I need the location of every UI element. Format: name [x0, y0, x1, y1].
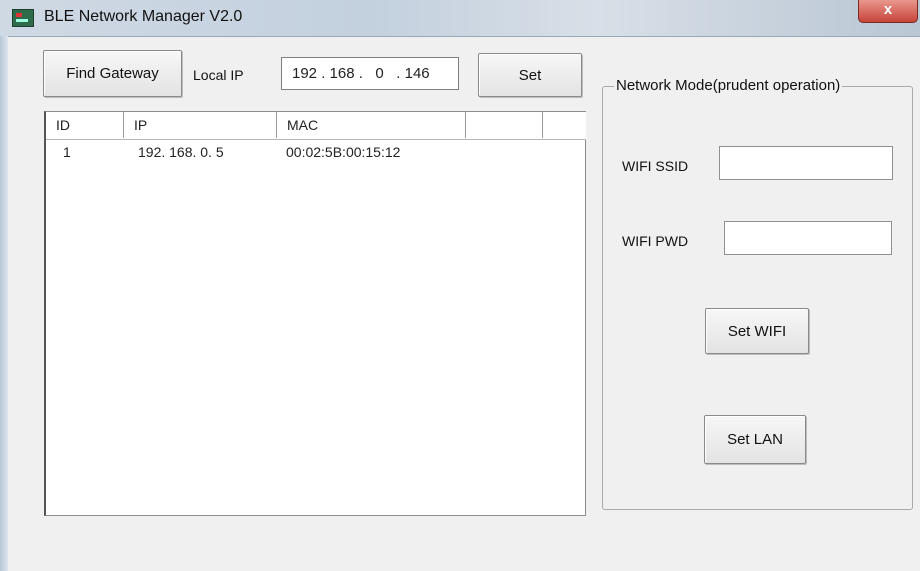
- row-mac: 00:02:5B:00:15:12: [286, 144, 401, 160]
- ip-dot: .: [354, 65, 376, 82]
- wifi-pwd-label: WIFI PWD: [622, 233, 689, 249]
- ip-octet-4[interactable]: 146: [405, 65, 430, 82]
- ip-dot: .: [383, 65, 405, 82]
- window-frame-edge: [0, 36, 8, 571]
- title-bar: BLE Network Manager V2.0 x: [0, 0, 920, 37]
- ip-dot: .: [317, 65, 330, 82]
- window-title: BLE Network Manager V2.0: [44, 8, 243, 25]
- device-list[interactable]: ID IP MAC 1 192. 168. 0. 5 00:02:5B:00:1…: [44, 111, 586, 516]
- ip-octet-2[interactable]: 168: [330, 65, 355, 82]
- close-button[interactable]: x: [858, 0, 918, 23]
- find-gateway-button[interactable]: Find Gateway: [43, 50, 182, 97]
- wifi-ssid-input[interactable]: [719, 146, 893, 180]
- app-icon: [12, 9, 34, 27]
- column-header-mac[interactable]: MAC: [277, 112, 466, 138]
- set-wifi-button[interactable]: Set WIFI: [705, 308, 809, 354]
- ip-octet-3[interactable]: 0: [375, 65, 383, 82]
- column-header-empty[interactable]: [466, 112, 543, 138]
- network-mode-title: Network Mode(prudent operation): [614, 77, 843, 94]
- column-header-ip[interactable]: IP: [124, 112, 277, 138]
- list-header: ID IP MAC: [46, 112, 586, 140]
- local-ip-label: Local IP: [193, 67, 244, 83]
- local-ip-input[interactable]: 192 . 168 . 0 . 146: [281, 57, 459, 90]
- wifi-pwd-input[interactable]: [724, 221, 892, 255]
- close-icon: x: [883, 1, 893, 18]
- list-item[interactable]: 1 192. 168. 0. 5 00:02:5B:00:15:12: [46, 142, 586, 164]
- column-header-id[interactable]: ID: [46, 112, 124, 138]
- row-id: 1: [63, 144, 71, 160]
- column-header-empty[interactable]: [543, 112, 586, 138]
- wifi-ssid-label: WIFI SSID: [622, 158, 689, 174]
- set-ip-button[interactable]: Set: [478, 53, 582, 97]
- row-ip: 192. 168. 0. 5: [138, 144, 224, 160]
- set-lan-button[interactable]: Set LAN: [704, 415, 806, 464]
- ip-octet-1[interactable]: 192: [292, 65, 317, 82]
